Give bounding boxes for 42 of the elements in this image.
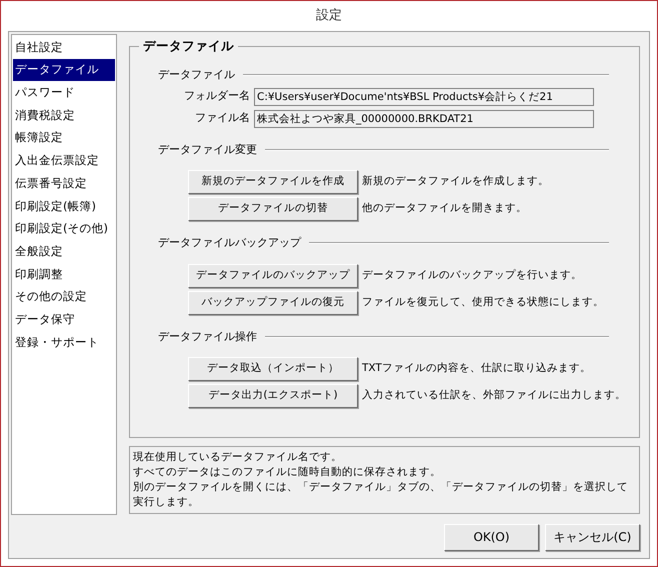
sidebar-item[interactable]: データファイル [13, 58, 115, 82]
action-button[interactable]: バックアップファイルの復元 [188, 290, 358, 314]
section-title: データファイル操作 [158, 328, 257, 344]
action-button[interactable]: データ出力(エクスポート) [188, 384, 358, 408]
sidebar-item[interactable]: 消費税設定 [13, 104, 115, 127]
help-text: 現在使用しているデータファイル名です。 [133, 450, 343, 465]
action-button[interactable]: データ取込（インポート） [188, 357, 358, 381]
sidebar-item[interactable]: 登録・サポート [13, 330, 115, 354]
section-title: データファイルバックアップ [158, 235, 301, 251]
action-button[interactable]: データファイルのバックアップ [188, 264, 358, 288]
help-text: 実行します。 [133, 495, 200, 510]
sidebar-item[interactable]: 自社設定 [13, 36, 115, 59]
cancel-button[interactable]: キャンセル(C) [545, 524, 640, 550]
action-button[interactable]: データファイルの切替 [188, 197, 358, 221]
sidebar-item[interactable]: その他の設定 [13, 286, 115, 308]
action-description: 新規のデータファイルを作成します。 [362, 174, 549, 190]
sidebar-item[interactable]: 印刷設定(帳簿) [13, 194, 115, 218]
field-input[interactable]: C:¥Users¥user¥Docume'nts¥BSL Products¥会計らくだ21 [254, 88, 594, 106]
section-title: データファイル変更 [158, 142, 257, 158]
help-text: すべてのデータはこのファイルに随時自動的に保存されます。 [133, 465, 442, 480]
ok-button[interactable]: OK(O) [444, 524, 539, 550]
action-description: 入力されている仕訳を、外部ファイルに出力します。 [362, 388, 626, 404]
field-label: ファイル名 [194, 110, 251, 126]
window-title: 設定 [316, 7, 342, 26]
help-text: 別のデータファイルを開くには、「データファイル」タブの、「データファイルの切替」を選択して [133, 480, 629, 495]
sidebar-item[interactable]: データ保守 [13, 308, 115, 331]
section-title: データファイル [158, 67, 235, 83]
field-label: フォルダー名 [183, 88, 251, 104]
action-button[interactable]: 新規のデータファイルを作成 [188, 170, 358, 194]
sidebar-item[interactable]: 帳簿設定 [13, 126, 115, 150]
sidebar-item[interactable]: 印刷設定(その他) [13, 218, 115, 240]
field-input[interactable]: 株式会社よつや家具_00000000.BRKDAT21 [254, 110, 594, 128]
action-description: ファイルを復元して、使用できる状態にします。 [362, 294, 604, 310]
action-description: データファイルのバックアップを行います。 [362, 268, 582, 283]
action-description: TXTファイルの内容を、仕訳に取り込みます。 [362, 361, 591, 376]
sidebar-item[interactable]: 伝票番号設定 [13, 172, 115, 195]
group-title: データファイル [142, 36, 235, 55]
sidebar-item[interactable]: 印刷調整 [13, 262, 115, 286]
sidebar-item[interactable]: パスワード [13, 81, 115, 104]
action-description: 他のデータファイルを開きます。 [362, 201, 527, 216]
sidebar-item[interactable]: 全般設定 [13, 240, 115, 263]
sidebar-item[interactable]: 入出金伝票設定 [13, 149, 115, 172]
